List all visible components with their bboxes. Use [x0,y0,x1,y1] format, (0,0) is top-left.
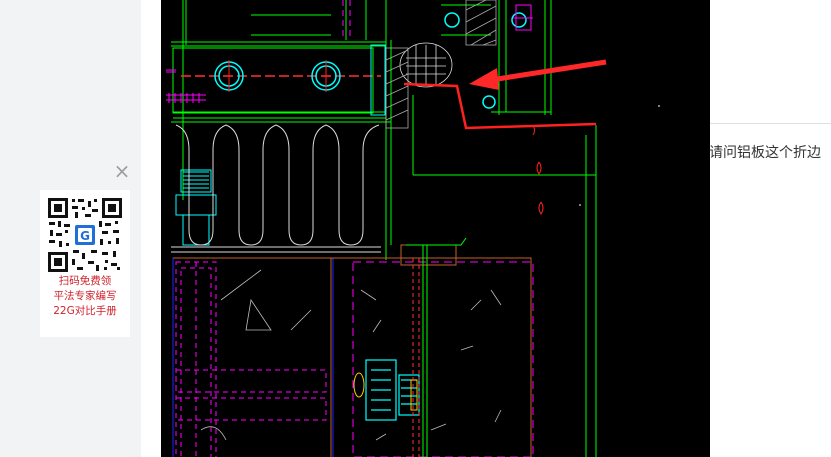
cad-drawing [161,0,710,457]
promo-caption: 扫码免费领 平法专家编写 22G对比手册 [40,274,130,319]
promo-line-2: 平法专家编写 [53,290,117,302]
qr-badge-letter: G [80,229,90,243]
cad-drawing-image[interactable] [161,0,710,457]
qr-promo-card[interactable]: G 扫码免费领 平法专家编写 22G对比手册 [40,190,130,337]
qr-code-icon: G [47,197,123,273]
promo-line-1: 扫码免费领 [58,275,112,287]
question-text: 请问铝板这个折边 [709,145,821,161]
close-icon[interactable]: × [113,161,131,181]
promo-line-3: 22G对比手册 [53,305,117,317]
divider [710,123,831,124]
